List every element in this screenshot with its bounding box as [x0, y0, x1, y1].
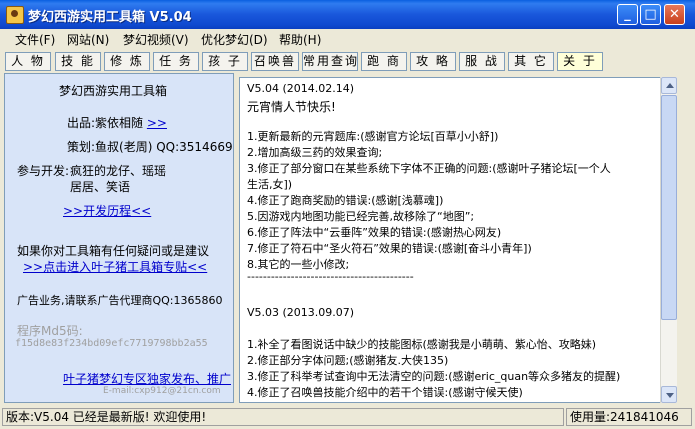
changelog-line: 4.修正了跑商奖励的错误:(感谢[浅慕魂]) [247, 194, 444, 207]
exclusive-release-link[interactable]: 叶子猪梦幻专区独家发布、推广 [63, 370, 231, 387]
changelog-line: 元宵情人节快乐! [247, 100, 336, 114]
dev-label: 参与开发: [17, 164, 70, 178]
changelog-line: 1.补全了看图说话中缺少的技能图标(感谢我是小萌萌、紫心怡、攻略妹) [247, 338, 597, 351]
maximize-button[interactable]: □ [640, 4, 661, 25]
tab-children[interactable]: 孩 子 [202, 52, 248, 71]
changelog-line: 5.因游戏内地图功能已经完善,故移除了“地图”; [247, 210, 475, 223]
changelog-line: 6.修正了阵法中“云垂阵”效果的错误:(感谢热心网友) [247, 226, 502, 239]
chevron-up-icon [666, 83, 674, 88]
changelog-line: 4.修正了召唤兽技能介绍中的若干个错误:(感谢守候天使) [247, 386, 523, 399]
version-status: 版本:V5.04 已经是最新版! 欢迎使用! [2, 408, 564, 426]
about-panel: 梦幻西游实用工具箱 出品:紫依相随 >> 策划:鱼叔(老周) QQ:351466… [4, 73, 234, 403]
minimize-button[interactable]: _ [617, 4, 638, 25]
tab-server-war[interactable]: 服 战 [459, 52, 505, 71]
md5-label: 程序Md5码: [17, 324, 83, 338]
changelog-line: 7.修正了符石中“圣火符石”效果的错误:(感谢[奋斗小青年]) [247, 242, 532, 255]
changelog-textarea[interactable]: V5.04 (2014.02.14) 元宵情人节快乐! 1.更新最新的元宵题库:… [239, 77, 677, 403]
changelog-scrollbar[interactable] [660, 77, 677, 403]
ad-text: 广告业务,请联系广告代理商QQ:1365860 [17, 294, 223, 307]
changelog-line: V5.03 (2013.09.07) [247, 306, 355, 319]
dev-history-link[interactable]: >>开发历程<< [63, 202, 151, 219]
changelog-separator: ----------------------------------------… [247, 270, 414, 283]
tab-pets[interactable]: 召唤兽 [251, 52, 299, 71]
tab-cultivation[interactable]: 修 炼 [104, 52, 150, 71]
app-window: 梦幻西游实用工具箱 V5.04 _ □ ✕ 文件(F) 网站(N) 梦幻视频(V… [0, 0, 695, 429]
tab-about[interactable]: 关 于 [557, 52, 603, 71]
producer-text: 出品:紫依相随 [67, 116, 144, 130]
menu-help[interactable]: 帮助(H) [279, 31, 321, 48]
usage-count: 使用量:241841046 [566, 408, 692, 426]
forum-link[interactable]: >>点击进入叶子猪工具箱专贴<< [23, 258, 207, 275]
dev-names-line-1: 疯狂的龙仔、瑶瑶 [70, 164, 167, 178]
tab-skills[interactable]: 技 能 [55, 52, 101, 71]
tab-guides[interactable]: 攻 略 [410, 52, 456, 71]
changelog-line: 3.修正了部分窗口在某些系统下字体不正确的问题:(感谢叶子猪论坛[一个人 [247, 162, 611, 175]
changelog-line: 2.增加高级三药的效果查询; [247, 146, 383, 159]
menu-file[interactable]: 文件(F) [15, 31, 55, 48]
changelog-line: 3.修正了科举考试查询中无法清空的问题:(感谢eric_quan等众多猪友的提醒… [247, 370, 621, 383]
changelog-line: V5.04 (2014.02.14) [247, 82, 355, 95]
changelog-line: 1.更新最新的元宵题库:(感谢官方论坛[百草小小舒]) [247, 130, 499, 143]
menu-video[interactable]: 梦幻视频(V) [123, 31, 189, 48]
tab-trading[interactable]: 跑 商 [361, 52, 407, 71]
tab-bar: 人 物 技 能 修 炼 任 务 孩 子 召唤兽 常用查询 跑 商 攻 略 服 战… [3, 51, 692, 73]
scroll-down-button[interactable] [661, 386, 677, 403]
tab-other[interactable]: 其 它 [508, 52, 554, 71]
feedback-text: 如果你对工具箱有任何疑问或是建议 [17, 244, 210, 258]
scroll-thumb[interactable] [661, 95, 677, 320]
tab-character[interactable]: 人 物 [5, 52, 51, 71]
scroll-up-button[interactable] [661, 77, 677, 94]
md5-value: f15d8e83f234bd09efc7719798bb2a55 [15, 338, 208, 349]
email-text: E-mail:cxp912@21cn.com [103, 386, 221, 396]
changelog-line: 生活,女]) [247, 178, 293, 191]
app-icon[interactable] [6, 6, 24, 24]
title-bar[interactable]: 梦幻西游实用工具箱 V5.04 _ □ ✕ [0, 0, 695, 29]
window-title: 梦幻西游实用工具箱 V5.04 [28, 10, 192, 25]
close-button[interactable]: ✕ [664, 4, 685, 25]
chevron-down-icon [666, 393, 674, 398]
producer-label: 出品:紫依相随 >> [67, 114, 167, 131]
dev-names-line-2: 居居、笑语 [70, 180, 131, 194]
producer-link[interactable]: >> [147, 116, 167, 130]
menu-website[interactable]: 网站(N) [67, 31, 109, 48]
menu-optimize[interactable]: 优化梦幻(D) [201, 31, 268, 48]
tab-common-query[interactable]: 常用查询 [302, 52, 358, 71]
status-bar: 版本:V5.04 已经是最新版! 欢迎使用! 使用量:241841046 [0, 406, 695, 429]
planner-text: 策划:鱼叔(老周) QQ:3514669 [67, 140, 233, 154]
tab-quests[interactable]: 任 务 [153, 52, 199, 71]
changelog-line: 2.修正部分字体问题;(感谢猪友.大侠135) [247, 354, 449, 367]
app-name: 梦幻西游实用工具箱 [59, 84, 168, 98]
menu-bar: 文件(F) 网站(N) 梦幻视频(V) 优化梦幻(D) 帮助(H) [3, 30, 692, 48]
